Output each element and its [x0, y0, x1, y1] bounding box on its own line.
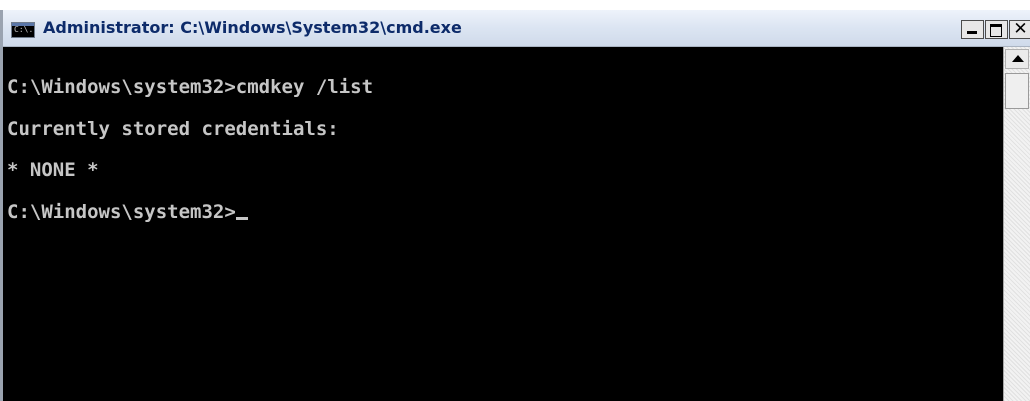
console-output[interactable]: C:\Windows\system32>cmdkey /list Current… — [3, 47, 1003, 401]
console-line: Currently stored credentials: — [7, 118, 339, 140]
scroll-up-arrow-icon[interactable] — [1005, 49, 1029, 69]
cmd-window: C:\. Administrator: C:\Windows\System32\… — [0, 10, 1030, 401]
cmd-app-icon[interactable]: C:\. — [11, 22, 35, 38]
scrollbar-thumb[interactable] — [1005, 73, 1029, 109]
console-line: * NONE * — [7, 159, 99, 181]
caption-buttons: ✕ — [960, 20, 1030, 39]
close-button[interactable]: ✕ — [1009, 20, 1030, 39]
minimize-button[interactable] — [961, 20, 984, 39]
maximize-button[interactable] — [985, 20, 1008, 39]
prompt-text: C:\Windows\system32> — [7, 201, 236, 223]
console-line: C:\Windows\system32>cmdkey /list — [7, 76, 374, 98]
window-title: Administrator: C:\Windows\System32\cmd.e… — [43, 18, 462, 37]
title-bar[interactable]: C:\. Administrator: C:\Windows\System32\… — [3, 10, 1030, 47]
text-cursor — [235, 217, 248, 220]
prompt-line[interactable]: C:\Windows\system32> — [7, 199, 248, 225]
vertical-scrollbar[interactable] — [1003, 47, 1030, 401]
